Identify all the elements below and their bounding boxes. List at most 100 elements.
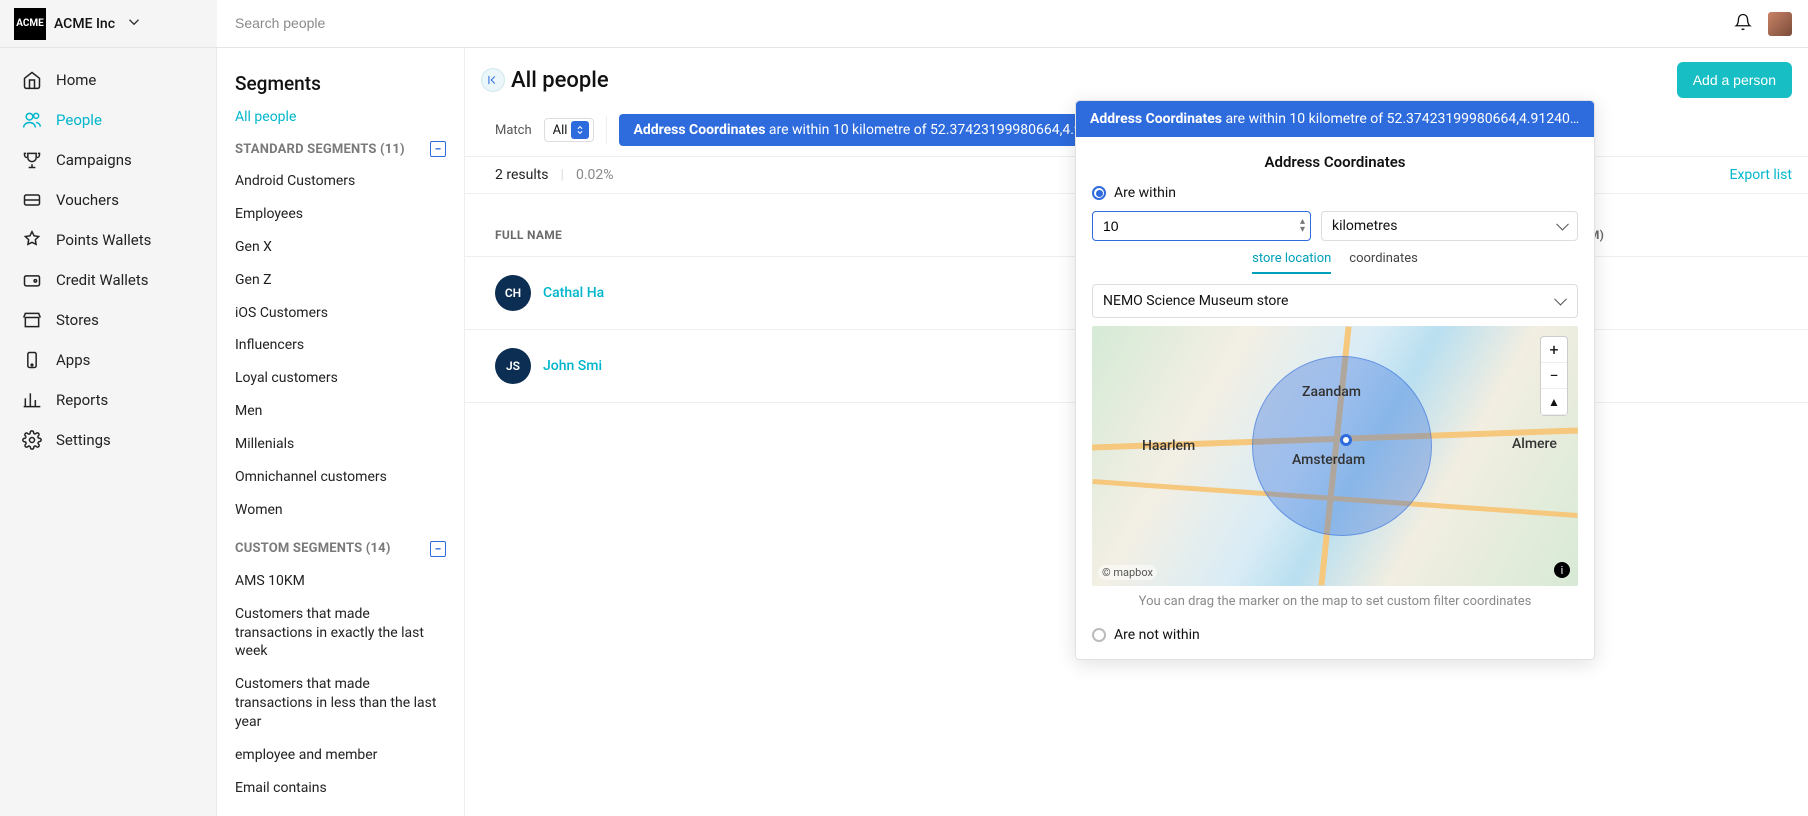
segment-item[interactable]: Gen X	[235, 231, 446, 264]
match-value: All	[553, 123, 568, 138]
nav-campaigns[interactable]: Campaigns	[0, 140, 216, 180]
segment-item[interactable]: Influencers	[235, 329, 446, 362]
nav-label: Stores	[56, 311, 99, 329]
add-person-button[interactable]: Add a person	[1677, 62, 1792, 98]
map[interactable]: Amsterdam Haarlem Almere Zaandam + − ▲ ©…	[1092, 326, 1578, 586]
topbar-right	[1734, 12, 1808, 36]
compass-button[interactable]: ▲	[1541, 389, 1567, 415]
segment-item[interactable]: employee and member	[235, 739, 446, 772]
select-updown-icon	[571, 121, 589, 139]
search-input[interactable]	[235, 15, 1716, 31]
export-list-link[interactable]: Export list	[1729, 167, 1792, 183]
collapse-icon[interactable]: −	[430, 541, 446, 557]
map-marker[interactable]	[1340, 434, 1352, 446]
person-avatar: JS	[495, 348, 531, 384]
popover-pill: Address Coordinates are within 10 kilome…	[1076, 101, 1594, 137]
nav-reports[interactable]: Reports	[0, 380, 216, 420]
popover-title: Address Coordinates	[1092, 153, 1578, 171]
segment-all-people[interactable]: All people	[235, 109, 446, 125]
bell-icon[interactable]	[1734, 13, 1752, 35]
segment-item[interactable]: AMS 10KM	[235, 565, 446, 598]
info-icon[interactable]: i	[1554, 562, 1570, 578]
nav-stores[interactable]: Stores	[0, 300, 216, 340]
nav-label: Settings	[56, 431, 111, 449]
brand-name: ACME Inc	[54, 16, 115, 32]
radio-are-within[interactable]: Are within	[1092, 185, 1578, 201]
segment-item[interactable]: Email contains	[235, 772, 446, 805]
map-controls: + − ▲	[1540, 336, 1568, 416]
nav-label: Vouchers	[56, 191, 119, 209]
standard-segments-header: STANDARD SEGMENTS (11) −	[235, 141, 446, 157]
unit-select[interactable]: kilometres	[1321, 211, 1578, 241]
radio-label: Are not within	[1114, 627, 1200, 643]
page-title: All people	[511, 68, 609, 93]
chevron-down-icon	[125, 13, 143, 35]
nav-label: Campaigns	[56, 151, 132, 169]
nav-label: People	[56, 111, 102, 129]
filter-pill-field: Address Coordinates	[633, 122, 765, 138]
segment-item[interactable]: Customers that made transactions in exac…	[235, 598, 446, 669]
radio-are-not-within[interactable]: Are not within	[1092, 627, 1578, 643]
person-name-link[interactable]: Cathal Ha	[543, 285, 604, 301]
segment-item[interactable]: Android Customers	[235, 165, 446, 198]
nav-label: Points Wallets	[56, 231, 151, 249]
store-select[interactable]: NEMO Science Museum store	[1092, 284, 1578, 318]
radio-icon	[1092, 628, 1106, 642]
nav-home[interactable]: Home	[0, 60, 216, 100]
divider	[606, 116, 607, 144]
search-wrap	[217, 15, 1734, 32]
distance-input[interactable]	[1092, 211, 1311, 241]
nav-label: Credit Wallets	[56, 271, 149, 289]
avatar[interactable]	[1768, 12, 1792, 36]
segment-item[interactable]: Omnichannel customers	[235, 461, 446, 494]
nav-points-wallets[interactable]: Points Wallets	[0, 220, 216, 260]
segment-item[interactable]: Gen Z	[235, 264, 446, 297]
nav-label: Reports	[56, 391, 108, 409]
nav-people[interactable]: People	[0, 100, 216, 140]
map-label: Haarlem	[1142, 438, 1195, 454]
custom-segments-header: CUSTOM SEGMENTS (14) −	[235, 541, 446, 557]
person-name-link[interactable]: John Smi	[543, 358, 602, 374]
zoom-out-button[interactable]: −	[1541, 363, 1567, 389]
tab-store-location[interactable]: store location	[1252, 251, 1331, 274]
nav-label: Home	[56, 71, 96, 89]
nav-settings[interactable]: Settings	[0, 420, 216, 460]
tab-coordinates[interactable]: coordinates	[1349, 251, 1418, 274]
map-label: Amsterdam	[1292, 452, 1365, 468]
zoom-in-button[interactable]: +	[1541, 337, 1567, 363]
nav-vouchers[interactable]: Vouchers	[0, 180, 216, 220]
nav-apps[interactable]: Apps	[0, 340, 216, 380]
segment-item[interactable]: Women	[235, 494, 446, 527]
segment-item[interactable]: iOS Customers	[235, 297, 446, 330]
segment-item[interactable]: Customers that made transactions in less…	[235, 668, 446, 739]
filter-pill[interactable]: Address Coordinates are within 10 kilome…	[619, 114, 1139, 146]
main-header: All people Add a person	[465, 48, 1808, 108]
radio-icon	[1092, 186, 1106, 200]
segments-title: Segments	[235, 72, 446, 95]
collapse-icon[interactable]: −	[430, 141, 446, 157]
map-label: Zaandam	[1302, 384, 1361, 400]
topbar: ACME ACME Inc	[0, 0, 1808, 48]
custom-segments-label: CUSTOM SEGMENTS (14)	[235, 541, 391, 556]
sidebar: Home People Campaigns Vouchers Points Wa…	[0, 0, 217, 816]
brand-logo: ACME	[14, 8, 46, 40]
number-stepper-icon[interactable]: ▴▾	[1300, 218, 1305, 234]
map-hint: You can drag the marker on the map to se…	[1092, 594, 1578, 609]
nav-credit-wallets[interactable]: Credit Wallets	[0, 260, 216, 300]
mapbox-logo: © mapbox	[1098, 565, 1157, 580]
nav-label: Apps	[56, 351, 90, 369]
match-label: Match	[495, 123, 532, 138]
segment-item[interactable]: Millenials	[235, 428, 446, 461]
match-select[interactable]: All	[544, 118, 595, 142]
results-pct: 0.02%	[576, 167, 614, 183]
map-label: Almere	[1512, 436, 1557, 452]
segment-item[interactable]: Loyal customers	[235, 362, 446, 395]
col-full-name: FULL NAME	[495, 228, 1075, 242]
collapse-panel-button[interactable]	[481, 68, 505, 92]
segment-item[interactable]: Men	[235, 395, 446, 428]
results-count: 2 results	[495, 167, 549, 183]
workspace-switcher[interactable]: ACME ACME Inc	[0, 0, 217, 47]
segment-item[interactable]: Employees	[235, 198, 446, 231]
map-radius	[1252, 356, 1432, 536]
main: All people Add a person Match All Addres…	[465, 0, 1808, 816]
